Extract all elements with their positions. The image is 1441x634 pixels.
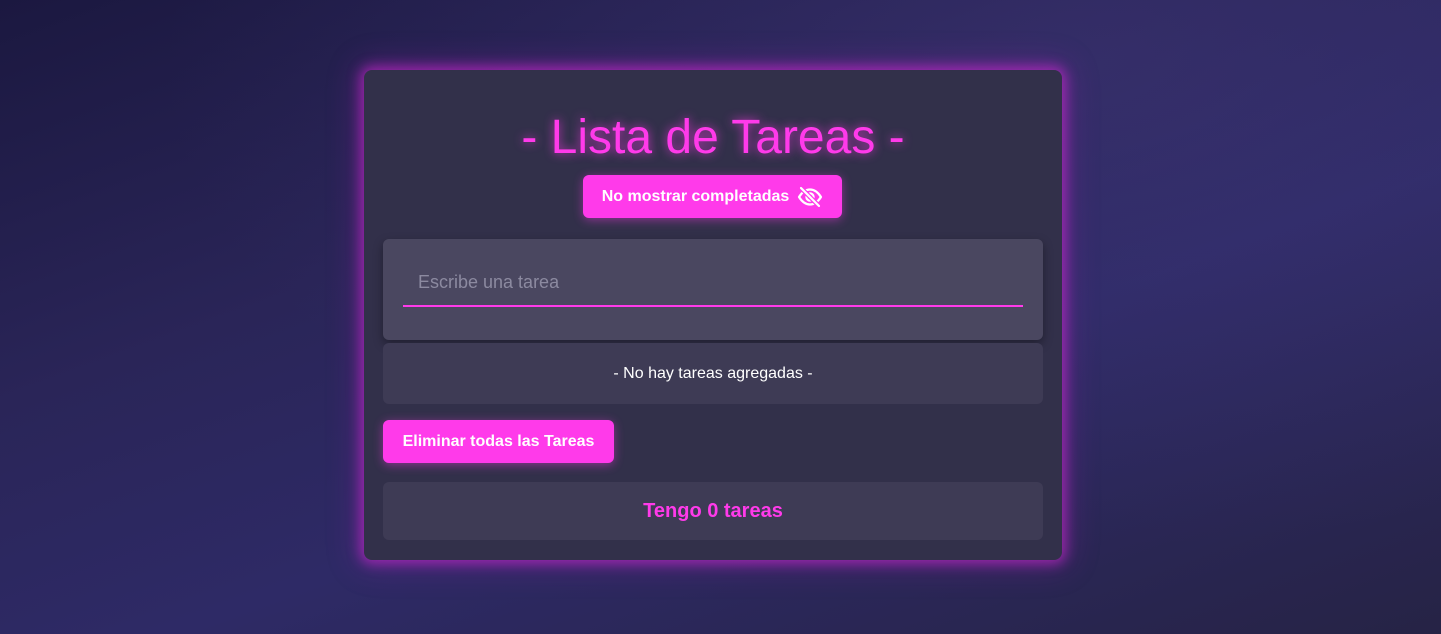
task-input-panel: [383, 239, 1043, 340]
empty-tasks-message: - No hay tareas agregadas -: [613, 364, 813, 382]
todo-card: - Lista de Tareas - No mostrar completad…: [364, 70, 1062, 560]
page-title: - Lista de Tareas -: [521, 111, 905, 164]
hide-completed-label: No mostrar completadas: [601, 187, 790, 205]
hide-completed-button[interactable]: No mostrar completadas: [583, 175, 842, 218]
eye-slash-icon: [797, 185, 823, 208]
task-input[interactable]: [403, 267, 1023, 307]
delete-all-label: Eliminar todas las Tareas: [402, 432, 595, 450]
task-list: - No hay tareas agregadas -: [383, 343, 1043, 404]
task-counter: Tengo 0 tareas: [383, 482, 1043, 540]
task-count-text: Tengo 0 tareas: [643, 499, 783, 522]
delete-all-button[interactable]: Eliminar todas las Tareas: [383, 420, 614, 463]
